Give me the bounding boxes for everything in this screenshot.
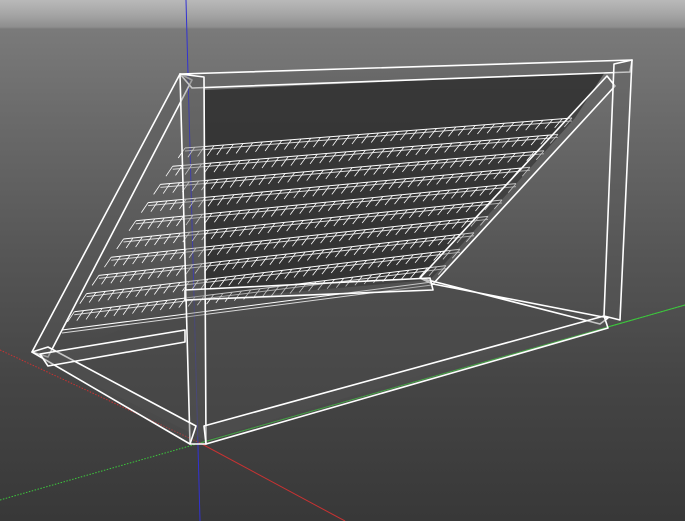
net-column-line xyxy=(151,251,159,263)
net-column-line xyxy=(150,301,159,312)
net-column-line xyxy=(91,275,100,286)
net-column-line xyxy=(128,220,137,232)
net-column-line xyxy=(119,271,128,283)
x-axis-solid-line xyxy=(199,442,346,521)
net-column-line xyxy=(138,269,147,281)
net-column-line xyxy=(122,254,131,266)
net-column-line xyxy=(163,233,172,245)
net-column-line xyxy=(113,305,122,317)
net-column-line xyxy=(165,165,174,177)
net-column-line xyxy=(163,283,171,294)
net-column-line xyxy=(157,267,165,279)
net-column-line xyxy=(160,200,168,212)
net-column-line xyxy=(122,304,131,315)
net-column-line xyxy=(95,308,103,319)
net-column-line xyxy=(175,265,184,276)
net-column-line xyxy=(125,237,134,249)
net-column-line xyxy=(147,218,156,230)
net-column-line xyxy=(104,256,112,268)
net-column-line xyxy=(98,291,106,302)
net-column-line xyxy=(144,285,153,296)
net-column-line xyxy=(129,270,137,282)
back-panel xyxy=(205,72,605,300)
net-column-line xyxy=(172,282,181,293)
net-column-line xyxy=(176,215,184,227)
net-column-line xyxy=(132,253,140,265)
net-column-line xyxy=(150,201,158,212)
net-column-line xyxy=(85,309,94,320)
net-column-line xyxy=(154,234,162,246)
net-column-line xyxy=(166,266,175,277)
net-column-line xyxy=(135,236,143,248)
net-column-line xyxy=(172,182,180,193)
net-column-line xyxy=(113,255,121,267)
3d-viewport[interactable] xyxy=(0,0,685,521)
net-column-line xyxy=(104,306,112,318)
right-post xyxy=(603,59,633,321)
net-column-line xyxy=(153,184,161,195)
net-column-line xyxy=(141,302,149,313)
net-column-line xyxy=(162,183,171,194)
net-column-line xyxy=(101,274,109,285)
net-column-line xyxy=(144,235,153,247)
net-column-line xyxy=(154,284,162,295)
net-column-line xyxy=(141,252,150,264)
net-column-line xyxy=(116,288,125,300)
net-column-line xyxy=(76,310,84,321)
net-column-line xyxy=(169,298,177,310)
net-column-line xyxy=(88,292,97,303)
net-column-line xyxy=(159,300,168,311)
net-column-line xyxy=(169,199,178,211)
net-column-line xyxy=(141,202,149,213)
net-column-line xyxy=(166,216,175,228)
net-column-line xyxy=(126,287,134,299)
net-column-line xyxy=(169,249,178,261)
net-column-line xyxy=(147,268,156,280)
net-column-line xyxy=(132,303,140,314)
net-column-line xyxy=(157,217,165,229)
net-column-line xyxy=(173,232,181,244)
net-column-line xyxy=(107,290,115,301)
scene-canvas[interactable] xyxy=(0,0,685,521)
net-column-line xyxy=(160,250,169,262)
net-column-line xyxy=(116,238,124,250)
net-column-line xyxy=(135,286,143,298)
net-column-line xyxy=(138,219,146,231)
net-column-line xyxy=(110,273,118,284)
net-column-line xyxy=(175,165,183,176)
